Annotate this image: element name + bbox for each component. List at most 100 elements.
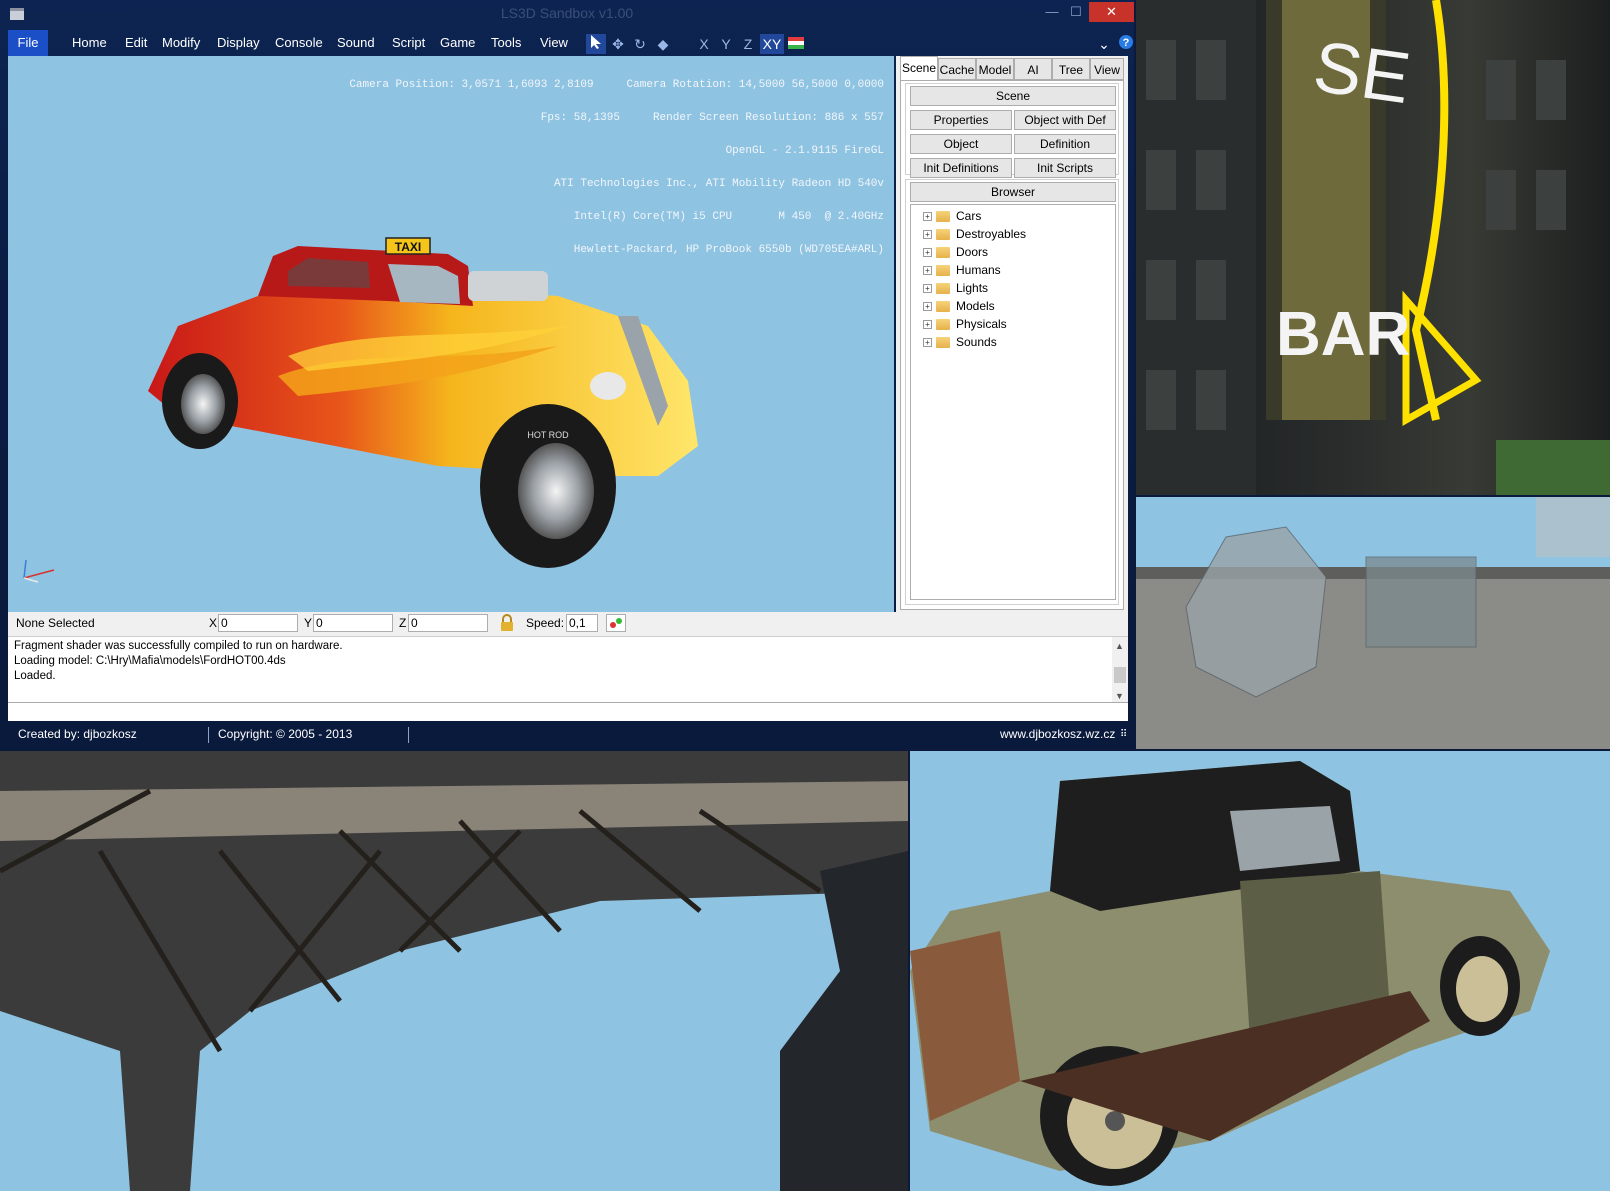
minimize-button[interactable]: —: [1040, 2, 1064, 22]
expand-icon[interactable]: +: [923, 284, 932, 294]
lock-icon[interactable]: [498, 614, 516, 632]
tree-item-sounds[interactable]: + Sounds: [923, 333, 997, 351]
menu-view[interactable]: View: [534, 30, 574, 56]
browser-header-button[interactable]: Browser: [910, 182, 1116, 202]
axis-x-toggle[interactable]: X: [694, 34, 714, 54]
folder-icon: [936, 265, 950, 277]
folder-icon: [936, 301, 950, 313]
scrollbar-thumb[interactable]: [1114, 667, 1126, 683]
folder-icon: [936, 283, 950, 295]
tree-item-models[interactable]: + Models: [923, 297, 995, 315]
z-input[interactable]: 0: [408, 614, 488, 632]
log-line: Loaded.: [14, 670, 56, 682]
tree-item-destroyables[interactable]: + Destroyables: [923, 225, 1026, 243]
tab-model[interactable]: Model: [976, 58, 1014, 80]
z-label: Z: [399, 616, 407, 630]
neon-bar-text: BAR: [1276, 300, 1410, 369]
folder-icon: [936, 211, 950, 223]
object-button[interactable]: Object: [910, 134, 1012, 154]
expand-icon[interactable]: +: [923, 302, 932, 312]
x-input[interactable]: 0: [218, 614, 298, 632]
info-line: Fps: 58,1395 Render Screen Resolution: 8…: [540, 112, 884, 124]
tree-item-humans[interactable]: + Humans: [923, 261, 1001, 279]
properties-button[interactable]: Properties: [910, 110, 1012, 130]
tab-view[interactable]: View: [1090, 58, 1124, 80]
menu-modify[interactable]: Modify: [156, 30, 206, 56]
tab-tree[interactable]: Tree: [1052, 58, 1090, 80]
axis-z-toggle[interactable]: Z: [738, 34, 758, 54]
title-bar: LS3D Sandbox v1.00 — ☐ ✕: [0, 0, 1134, 28]
resize-grip-icon[interactable]: ⠿: [1120, 720, 1127, 749]
definition-button[interactable]: Definition: [1014, 134, 1116, 154]
camera-mode-icon[interactable]: [606, 614, 626, 632]
menu-sound[interactable]: Sound: [331, 30, 381, 56]
tab-cache[interactable]: Cache: [938, 58, 976, 80]
browser-group: Browser + Cars + Destroyables + Doors + Huma…: [905, 179, 1119, 605]
expand-icon[interactable]: +: [923, 230, 932, 240]
menu-tools[interactable]: Tools: [485, 30, 527, 56]
menu-edit[interactable]: Edit: [119, 30, 153, 56]
neon-letter-s: SE: [1309, 27, 1415, 120]
object-with-def-button[interactable]: Object with Def: [1014, 110, 1116, 130]
menu-display[interactable]: Display: [211, 30, 266, 56]
log-line: Fragment shader was successfully compile…: [14, 640, 343, 652]
copyright-text: Copyright: © 2005 - 2013: [218, 727, 353, 741]
window-title: LS3D Sandbox v1.00: [500, 5, 634, 21]
y-input[interactable]: 0: [313, 614, 393, 632]
select-arrow-icon[interactable]: [586, 34, 606, 54]
menu-bar: File Home Edit Modify Display Console So…: [8, 30, 1134, 56]
scene-tab-body: Scene Properties Object with Def Object …: [900, 80, 1124, 610]
scroll-up-icon[interactable]: ▲: [1115, 639, 1124, 654]
divider: [408, 727, 409, 743]
menu-home[interactable]: Home: [66, 30, 113, 56]
chevron-down-icon[interactable]: ⌄: [1094, 34, 1114, 54]
selection-status: None Selected: [16, 616, 95, 630]
init-definitions-button[interactable]: Init Definitions: [910, 158, 1012, 178]
help-icon[interactable]: ?: [1116, 34, 1136, 54]
tree-item-lights[interactable]: + Lights: [923, 279, 988, 297]
3d-viewport[interactable]: Camera Position: 3,0571 1,6093 2,8109 Ca…: [8, 56, 894, 612]
menu-console[interactable]: Console: [269, 30, 329, 56]
tab-scene[interactable]: Scene: [900, 56, 938, 81]
divider: [208, 727, 209, 743]
move-icon[interactable]: ✥: [608, 34, 628, 54]
expand-icon[interactable]: +: [923, 212, 932, 222]
menu-game[interactable]: Game: [434, 30, 481, 56]
expand-icon[interactable]: +: [923, 248, 932, 258]
flag-icon[interactable]: [786, 34, 806, 54]
scale-icon[interactable]: ◆: [653, 34, 673, 54]
rotate-icon[interactable]: ↻: [630, 34, 650, 54]
maximize-button[interactable]: ☐: [1064, 2, 1088, 22]
website-link[interactable]: www.djbozkosz.wz.cz: [1000, 720, 1115, 749]
y-label: Y: [304, 616, 313, 630]
vintage-car-render: [910, 751, 1610, 1191]
tree-item-physicals[interactable]: + Physicals: [923, 315, 1007, 333]
speed-input[interactable]: 0,1: [566, 614, 598, 632]
app-window: LS3D Sandbox v1.00 — ☐ ✕ File Home Edit …: [0, 0, 1134, 749]
tree-item-doors[interactable]: + Doors: [923, 243, 988, 261]
folder-icon: [936, 247, 950, 259]
axis-y-toggle[interactable]: Y: [716, 34, 736, 54]
menu-script[interactable]: Script: [386, 30, 431, 56]
log-scrollbar[interactable]: ▲ ▼: [1112, 637, 1128, 703]
x-label: X: [209, 616, 218, 630]
transform-status-row: None Selected X 0 Y 0 Z 0 Speed: 0,1: [8, 612, 1128, 636]
menu-file[interactable]: File: [8, 30, 48, 56]
init-scripts-button[interactable]: Init Scripts: [1014, 158, 1116, 178]
close-button[interactable]: ✕: [1089, 2, 1134, 22]
info-line: OpenGL - 2.1.9115 FireGL: [725, 145, 884, 157]
expand-icon[interactable]: +: [923, 266, 932, 276]
folder-icon: [936, 319, 950, 331]
author-credit: Created by: djbozkosz: [18, 727, 137, 741]
glass-objects-render: [1136, 497, 1610, 749]
axis-gizmo-icon: [23, 559, 55, 583]
axis-xy-toggle[interactable]: XY: [760, 34, 784, 54]
scene-header-button[interactable]: Scene: [910, 86, 1116, 106]
console-input[interactable]: [8, 702, 1128, 721]
tab-ai[interactable]: AI: [1014, 58, 1052, 80]
console-log[interactable]: Fragment shader was successfully compile…: [8, 636, 1128, 703]
hotrod-taxi-model[interactable]: TAXI HOT ROD: [138, 176, 738, 596]
expand-icon[interactable]: +: [923, 320, 932, 330]
tree-item-cars[interactable]: + Cars: [923, 207, 981, 225]
expand-icon[interactable]: +: [923, 338, 932, 348]
